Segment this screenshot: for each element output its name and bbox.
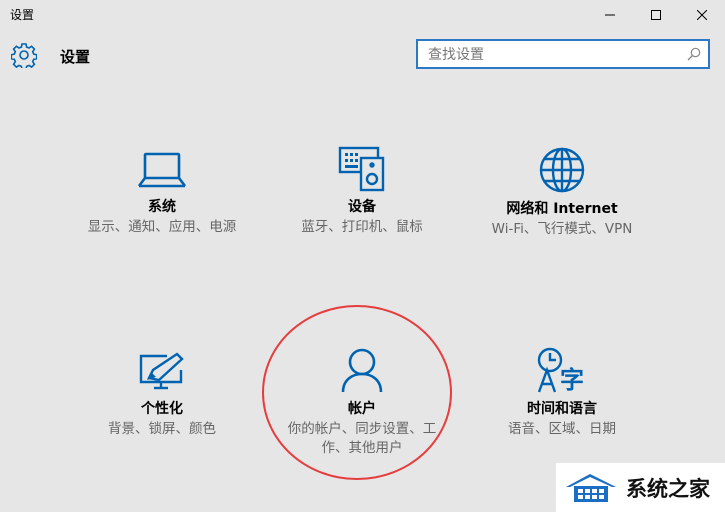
tile-network[interactable]: 网络和 Internet Wi-Fi、飞行模式、VPN	[476, 146, 648, 239]
window-title: 设置	[10, 8, 35, 22]
tile-personalization-name: 个性化	[141, 401, 183, 417]
tile-personalization[interactable]: 个性化 背景、锁屏、颜色	[76, 350, 248, 439]
close-icon	[697, 10, 707, 20]
page-title: 设置	[60, 48, 91, 66]
search-input[interactable]	[426, 45, 680, 65]
tile-personalization-desc: 背景、锁屏、颜色	[108, 421, 216, 437]
maximize-button[interactable]	[633, 0, 679, 30]
tile-time-language[interactable]: 字 时间和语言 语音、区域、日期	[476, 346, 648, 439]
tile-system-desc: 显示、通知、应用、电源	[87, 219, 237, 235]
gear-icon	[11, 43, 37, 68]
search-box[interactable]	[416, 39, 710, 69]
house-logo-icon	[566, 473, 616, 502]
devices-icon	[338, 146, 385, 192]
watermark-logo: 系统之家	[556, 463, 725, 512]
svg-text:字: 字	[560, 366, 584, 394]
search-icon[interactable]	[687, 47, 701, 61]
tile-time-language-desc: 语音、区域、日期	[508, 421, 616, 437]
watermark-text: 系统之家	[626, 476, 710, 501]
tile-devices[interactable]: 设备 蓝牙、打印机、鼠标	[276, 144, 448, 237]
time-language-icon: 字	[537, 347, 584, 394]
personalization-icon	[139, 352, 184, 390]
maximize-icon	[651, 10, 661, 20]
tile-devices-desc: 蓝牙、打印机、鼠标	[301, 219, 423, 235]
tile-system[interactable]: 系统 显示、通知、应用、电源	[76, 150, 248, 237]
minimize-button[interactable]	[587, 0, 633, 30]
title-bar: 设置	[0, 0, 725, 30]
minimize-icon	[605, 14, 615, 16]
tile-network-desc: Wi-Fi、飞行模式、VPN	[491, 221, 633, 237]
tile-time-language-name: 时间和语言	[527, 401, 597, 417]
tile-network-name: 网络和 Internet	[506, 201, 618, 217]
highlight-circle	[262, 305, 452, 480]
globe-icon	[539, 147, 585, 193]
tile-system-name: 系统	[148, 199, 176, 215]
laptop-icon	[137, 152, 187, 188]
close-button[interactable]	[679, 0, 725, 30]
tile-devices-name: 设备	[348, 199, 376, 215]
